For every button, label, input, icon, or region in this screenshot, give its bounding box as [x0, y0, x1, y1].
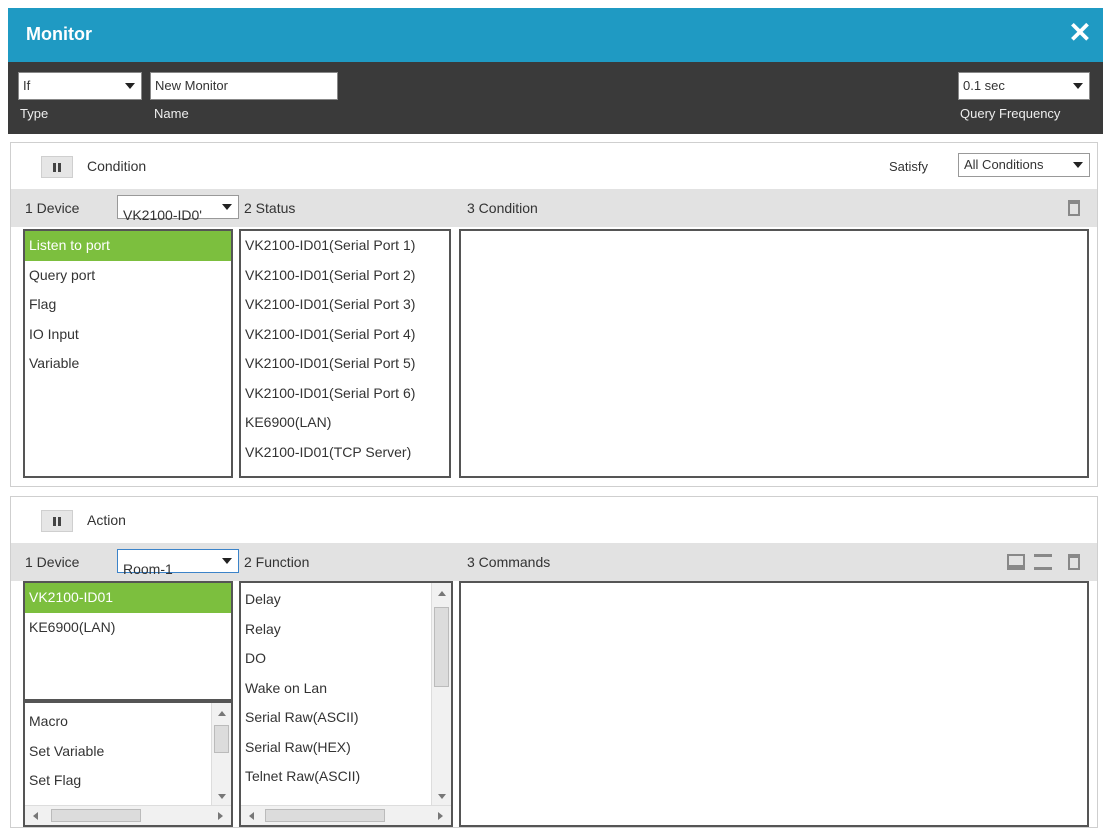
commands-editor-area[interactable] [459, 581, 1089, 827]
status-column-header: 2 Status [244, 200, 296, 216]
list-item[interactable]: Macro [25, 707, 231, 737]
scroll-left-icon[interactable] [249, 812, 254, 820]
chevron-down-icon [125, 83, 135, 89]
type-label: Type [20, 106, 49, 121]
list-item[interactable]: Relay [241, 615, 451, 645]
scroll-down-icon[interactable] [218, 794, 226, 799]
chevron-down-icon [1073, 162, 1083, 168]
export-icon[interactable] [1034, 554, 1052, 570]
action-misc-list: Macro Set Variable Set Flag [23, 701, 233, 827]
list-item[interactable]: VK2100-ID01(TCP Server) [241, 438, 449, 468]
satisfy-select[interactable]: All Conditions [958, 153, 1090, 177]
list-item[interactable]: Serial Raw(HEX) [241, 733, 451, 763]
condition-device-list: Listen to port Query port Flag IO Input … [23, 229, 233, 478]
commands-column-header: 3 Commands [467, 554, 551, 570]
list-item[interactable]: Set Flag [25, 766, 231, 796]
monitor-icon[interactable] [1007, 554, 1025, 570]
device-column-header: 1 Device [25, 554, 80, 570]
type-value: If [23, 78, 31, 93]
satisfy-value: All Conditions [964, 157, 1044, 172]
list-item[interactable]: Listen to port [25, 231, 231, 261]
action-panel: Action 1 Device Room-1 2 Function 3 Comm… [10, 496, 1098, 828]
pause-icon[interactable] [41, 510, 73, 532]
trash-icon[interactable] [1068, 200, 1080, 216]
list-item[interactable]: KE6900(LAN) [25, 613, 231, 643]
close-icon[interactable]: ✕ [1065, 18, 1095, 48]
chevron-down-icon [1073, 83, 1083, 89]
action-title: Action [87, 512, 126, 528]
frequency-value: 0.1 sec [963, 78, 1005, 93]
scroll-thumb[interactable] [51, 809, 141, 822]
scroll-thumb[interactable] [434, 607, 449, 687]
list-item[interactable]: Flag [25, 290, 231, 320]
condition-editor-area[interactable] [459, 229, 1089, 478]
action-function-list: Delay Relay DO Wake on Lan Serial Raw(AS… [239, 581, 453, 827]
condition-panel: Condition Satisfy All Conditions 1 Devic… [10, 142, 1098, 487]
name-input[interactable]: New Monitor [150, 72, 338, 100]
condition-title: Condition [87, 158, 147, 174]
scroll-down-icon[interactable] [438, 794, 446, 799]
scroll-thumb[interactable] [214, 725, 229, 753]
list-item[interactable]: Variable [25, 349, 231, 379]
vertical-scrollbar[interactable] [211, 703, 231, 807]
action-device-value: Room-1 [123, 561, 173, 577]
condition-header: Condition Satisfy All Conditions [11, 143, 1097, 189]
function-column-header: 2 Function [244, 554, 310, 570]
action-column-bar: 1 Device Room-1 2 Function 3 Commands [11, 543, 1097, 581]
type-select[interactable]: If [18, 72, 142, 100]
list-item[interactable]: Set Variable [25, 737, 231, 767]
condition-status-list: VK2100-ID01(Serial Port 1) VK2100-ID01(S… [239, 229, 451, 478]
chevron-down-icon [222, 204, 232, 210]
device-column-header: 1 Device [25, 200, 80, 216]
pause-icon[interactable] [41, 156, 73, 178]
condition-column-bar: 1 Device VK2100-ID0' 2 Status 3 Conditio… [11, 189, 1097, 227]
scroll-right-icon[interactable] [438, 812, 443, 820]
list-item[interactable]: VK2100-ID01(Serial Port 2) [241, 261, 449, 291]
query-frequency-select[interactable]: 0.1 sec [958, 72, 1090, 100]
name-value: New Monitor [155, 78, 228, 93]
action-header: Action [11, 497, 1097, 543]
scroll-up-icon[interactable] [438, 591, 446, 596]
trash-icon[interactable] [1068, 554, 1080, 570]
vertical-scrollbar[interactable] [431, 583, 451, 807]
frequency-label: Query Frequency [960, 106, 1061, 121]
settings-bar: If Type New Monitor Name 0.1 sec Query F… [8, 62, 1103, 134]
condition-device-value: VK2100-ID0' [123, 207, 202, 223]
scroll-right-icon[interactable] [218, 812, 223, 820]
horizontal-scrollbar[interactable] [25, 805, 231, 825]
list-item[interactable]: Query port [25, 261, 231, 291]
list-item[interactable]: Wake on Lan [241, 674, 451, 704]
list-item[interactable]: VK2100-ID01(Serial Port 5) [241, 349, 449, 379]
horizontal-scrollbar[interactable] [241, 805, 451, 825]
list-item[interactable]: VK2100-ID01(Serial Port 3) [241, 290, 449, 320]
satisfy-label: Satisfy [889, 159, 929, 174]
action-device-select[interactable]: Room-1 [117, 549, 239, 577]
scroll-thumb[interactable] [265, 809, 385, 822]
list-item[interactable]: Delay [241, 585, 451, 615]
list-item[interactable]: DO [241, 644, 451, 674]
list-item[interactable]: Serial Raw(ASCII) [241, 703, 451, 733]
action-device-list: VK2100-ID01 KE6900(LAN) [23, 581, 233, 701]
chevron-down-icon [222, 558, 232, 564]
list-item[interactable]: IO Input [25, 320, 231, 350]
scroll-left-icon[interactable] [33, 812, 38, 820]
condition-column-header: 3 Condition [467, 200, 538, 216]
name-label: Name [154, 106, 189, 121]
list-item[interactable]: VK2100-ID01(Serial Port 4) [241, 320, 449, 350]
scroll-up-icon[interactable] [218, 711, 226, 716]
list-item[interactable]: VK2100-ID01(Serial Port 1) [241, 231, 449, 261]
list-item[interactable]: KE6900(LAN) [241, 408, 449, 438]
list-item[interactable]: VK2100-ID01 [25, 583, 231, 613]
list-item[interactable]: VK2100-ID01(Serial Port 6) [241, 379, 449, 409]
condition-device-select[interactable]: VK2100-ID0' [117, 195, 239, 223]
title-bar: Monitor ✕ [8, 8, 1103, 62]
list-item[interactable]: Telnet Raw(ASCII) [241, 762, 451, 792]
window-title: Monitor [26, 24, 92, 44]
